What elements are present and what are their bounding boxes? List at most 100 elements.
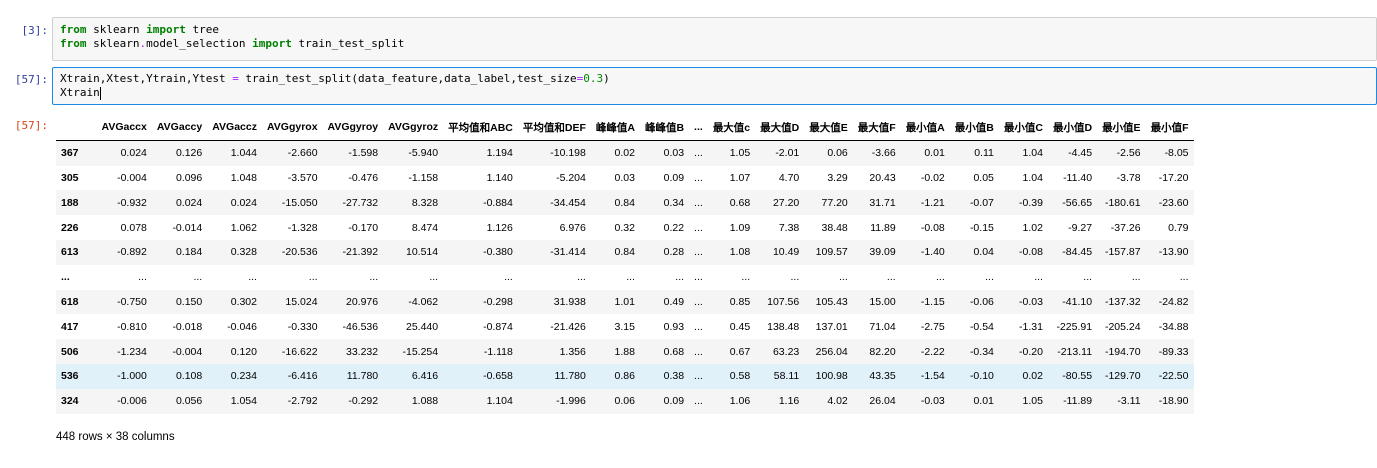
table-cell: 0.024 <box>230 196 257 209</box>
table-cell: ... <box>1131 271 1141 284</box>
code-editor[interactable]: Xtrain,Xtest,Ytrain,Ytest = train_test_s… <box>52 67 1377 105</box>
table-cell: -20.536 <box>281 246 318 259</box>
table-cell: -2.56 <box>1116 147 1141 160</box>
table-row: 188 -0.932 0.024 0.024 -15.050 -27.732 8.328 -0… <box>56 190 1194 216</box>
table-cell: 0.93 <box>663 320 685 333</box>
code-line: from sklearn import tree <box>60 23 1369 37</box>
table-cell: ... <box>985 271 994 284</box>
table-cell: ... <box>138 271 147 284</box>
table-cell: 0.09 <box>663 395 685 408</box>
code-token: Xtrain <box>60 86 100 99</box>
table-cell: -31.414 <box>550 246 586 259</box>
table-cell: -0.884 <box>483 196 513 209</box>
code-editor[interactable]: from sklearn import tree from sklearn.mod… <box>52 17 1377 61</box>
table-cell: 38.48 <box>821 221 848 234</box>
table-cell: -17.20 <box>1158 171 1189 184</box>
table-cell: 1.062 <box>230 221 257 234</box>
table-cell: ... <box>694 196 703 209</box>
table-cell: -27.732 <box>342 196 379 209</box>
column-header: 最小值B <box>949 115 999 141</box>
table-cell: 0.58 <box>729 370 751 383</box>
column-header: 平均值和ABC <box>443 115 518 141</box>
table-cell: -56.65 <box>1062 196 1093 209</box>
table-cell: 0.86 <box>614 370 635 383</box>
table-cell: -4.45 <box>1068 147 1093 160</box>
table-header-row: AVGaccx AVGaccy AVGaccz AVGgyrox AVGgyroy AVG… <box>56 115 1194 141</box>
table-cell: -4.062 <box>408 295 439 308</box>
table-cell: -1.000 <box>117 370 147 383</box>
column-header: 最小值A <box>900 115 950 141</box>
column-header: 峰峰值B <box>639 115 690 141</box>
table-cell: 0.150 <box>175 295 203 308</box>
table-cell: -0.39 <box>1019 196 1043 209</box>
table-cell: -0.004 <box>117 171 147 184</box>
table-cell: -0.004 <box>172 345 203 358</box>
table-cell: -137.32 <box>1104 295 1141 308</box>
output-prompt: [57]: <box>14 119 48 132</box>
table-cell: 4.02 <box>827 395 848 408</box>
code-cell-split[interactable]: [57]: Xtrain,Xtest,Ytrain,Ytest = train_… <box>0 67 1377 105</box>
table-cell: 0.03 <box>663 147 685 160</box>
column-header: AVGgyroz <box>383 115 444 141</box>
table-cell: 0.85 <box>729 295 751 308</box>
row-index: 324 <box>61 395 79 408</box>
table-cell: -1.15 <box>920 295 945 308</box>
code-cell-imports[interactable]: [3]: from sklearn import tree from sklear… <box>0 17 1377 61</box>
table-cell: 8.474 <box>411 221 439 234</box>
code-token: tree <box>185 23 219 36</box>
table-cell: ... <box>886 271 896 284</box>
code-token: model_selection <box>146 37 253 50</box>
table-row: 305 -0.004 0.096 1.048 -3.570 -0.476 -1.158 1.1… <box>56 166 1194 191</box>
table-cell: 1.07 <box>729 171 751 184</box>
table-cell: 58.11 <box>773 370 800 383</box>
table-cell: 0.078 <box>120 221 147 234</box>
table-cell: -5.204 <box>556 171 586 184</box>
table-cell: 7.38 <box>778 221 800 234</box>
table-cell: -0.170 <box>348 221 379 234</box>
table-cell: 10.514 <box>405 246 439 259</box>
column-header: 最小值F <box>1145 115 1194 141</box>
code-line: Xtrain <box>60 86 1369 100</box>
table-cell: -0.03 <box>1019 295 1043 308</box>
table-cell: 1.02 <box>1022 221 1043 234</box>
table-cell: -2.01 <box>775 147 800 160</box>
table-cell: 0.108 <box>175 370 203 383</box>
column-header: 平均值和DEF <box>517 115 591 141</box>
table-cell: 31.71 <box>869 196 896 209</box>
table-cell: 0.67 <box>729 345 751 358</box>
table-cell: -2.22 <box>920 345 945 358</box>
table-cell: 0.06 <box>827 147 848 160</box>
table-cell: ... <box>694 320 703 333</box>
table-cell: 1.04 <box>1022 147 1043 160</box>
table-cell: -1.158 <box>408 171 439 184</box>
table-cell: ... <box>1083 271 1093 284</box>
column-header: AVGaccz <box>207 115 262 141</box>
table-cell: 4.70 <box>778 171 800 184</box>
table-cell: -180.61 <box>1104 196 1141 209</box>
table-cell: ... <box>248 271 257 284</box>
column-header: 最小值D <box>1047 115 1098 141</box>
table-cell: -1.31 <box>1019 320 1043 333</box>
table-cell: 109.57 <box>815 246 848 259</box>
table-cell: -0.658 <box>483 370 513 383</box>
table-cell: ... <box>741 271 751 284</box>
table-cell: 1.16 <box>778 395 800 408</box>
table-cell: 1.104 <box>486 395 513 408</box>
table-row: 613 -0.892 0.184 0.328 -20.536 -21.392 10.514 -… <box>56 239 1194 265</box>
table-cell: 0.024 <box>120 147 147 160</box>
table-cell: -0.014 <box>172 221 203 234</box>
table-cell: 1.01 <box>614 295 635 308</box>
row-index: 417 <box>61 320 79 333</box>
table-cell: -24.82 <box>1158 295 1189 308</box>
table-cell: ... <box>675 271 685 284</box>
table-cell: ... <box>193 271 203 284</box>
table-row: 324 -0.006 0.056 1.054 -2.792 -0.292 1.088 1.10… <box>56 388 1194 414</box>
table-cell: ... <box>694 370 703 383</box>
table-cell: 0.68 <box>663 345 685 358</box>
table-cell: 1.048 <box>230 171 257 184</box>
table-cell: ... <box>694 171 703 184</box>
table-cell: 0.22 <box>663 221 685 234</box>
table-cell: -8.05 <box>1164 147 1189 160</box>
table-cell: ... <box>577 271 586 284</box>
table-cell: 100.98 <box>815 370 848 383</box>
